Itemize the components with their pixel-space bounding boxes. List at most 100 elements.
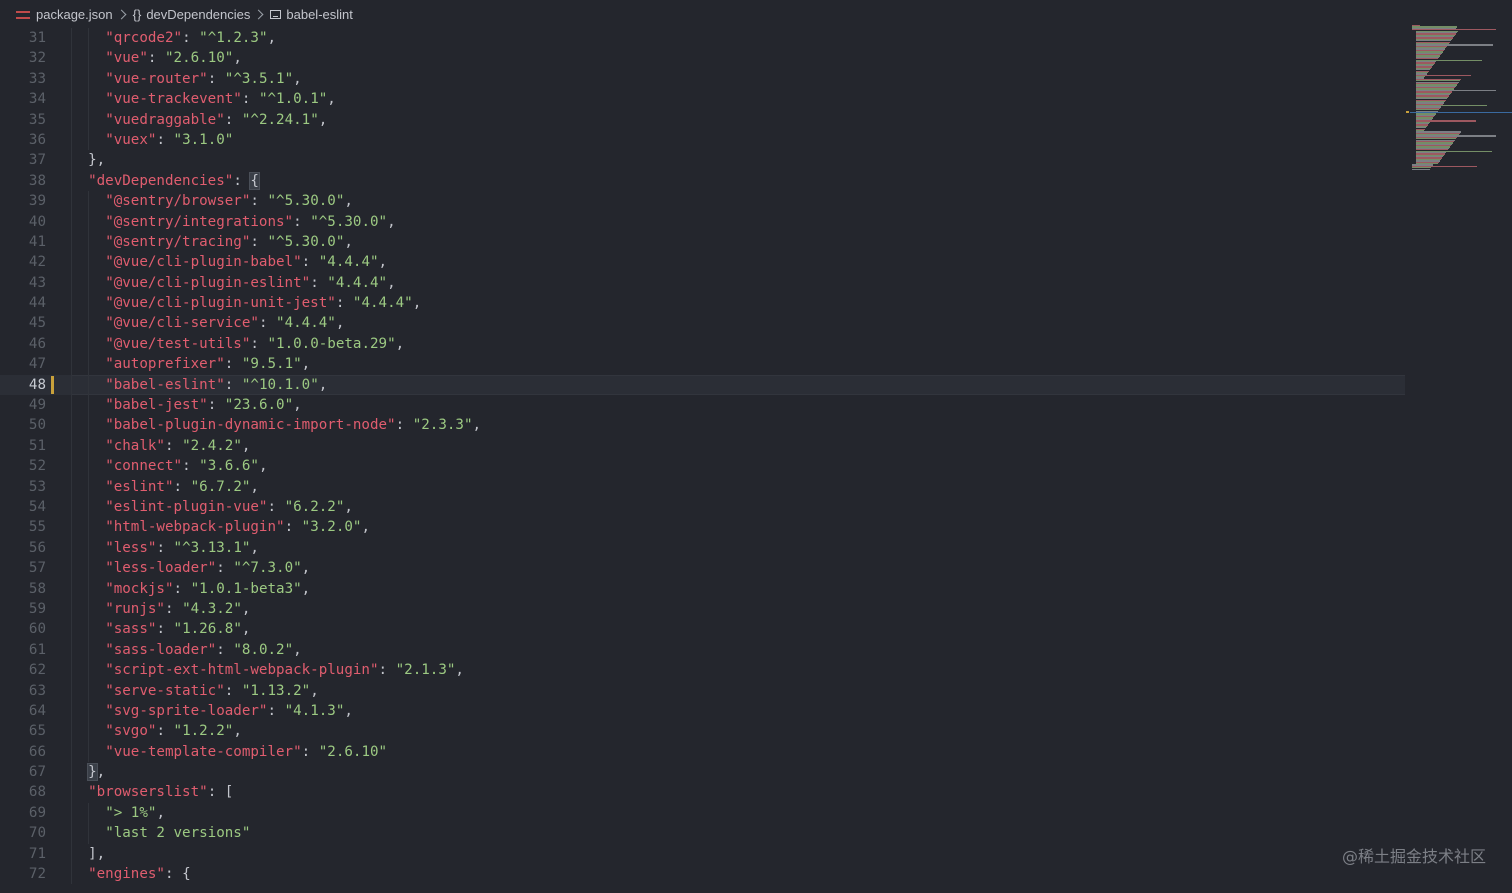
- punctuation: :: [156, 723, 174, 740]
- code-line[interactable]: 41 "@sentry/tracing": "^5.30.0",: [0, 231, 1405, 253]
- code-editor[interactable]: package.json {} devDependencies babel-es…: [0, 0, 1512, 893]
- indent-guide: [88, 395, 90, 416]
- code-line[interactable]: 47 "autoprefixer": "9.5.1",: [0, 354, 1405, 375]
- punctuation: :: [216, 560, 234, 577]
- indent-guide: [71, 843, 72, 865]
- punctuation: ,: [310, 682, 319, 699]
- code-line[interactable]: 65 "svgo": "1.2.2",: [0, 721, 1405, 742]
- code-text: ],: [88, 844, 105, 864]
- code-line[interactable]: 45 "@vue/cli-service": "4.4.4",: [0, 313, 1405, 334]
- code-line[interactable]: 55 "html-webpack-plugin": "3.2.0",: [0, 517, 1405, 538]
- punctuation: :: [182, 30, 200, 46]
- code-line[interactable]: 58 "mockjs": "1.0.1-beta3",: [0, 578, 1405, 599]
- indent-guide: [71, 231, 72, 253]
- breadcrumb-file[interactable]: package.json: [16, 7, 113, 22]
- code-line[interactable]: 62 "script-ext-html-webpack-plugin": "2.1…: [0, 660, 1405, 681]
- code-line[interactable]: 39 "@sentry/browser": "^5.30.0",: [0, 191, 1405, 212]
- code-line[interactable]: 49 "babel-jest": "23.6.0",: [0, 395, 1405, 416]
- code-line[interactable]: 68 "browserslist": [: [0, 782, 1405, 803]
- code-line[interactable]: 38 "devDependencies": {: [0, 170, 1405, 192]
- code-line[interactable]: 60 "sass": "1.26.8",: [0, 619, 1405, 640]
- code-line[interactable]: 53 "eslint": "6.7.2",: [0, 476, 1405, 497]
- code-line[interactable]: 69 "> 1%",: [0, 802, 1405, 824]
- json-key: "serve-static": [105, 682, 225, 699]
- minimap[interactable]: [1410, 25, 1502, 170]
- punctuation: :: [335, 295, 353, 312]
- code-line[interactable]: 66 "vue-template-compiler": "2.6.10": [0, 741, 1405, 763]
- line-number: 53: [28, 478, 46, 495]
- code-line[interactable]: 40 "@sentry/integrations": "^5.30.0",: [0, 211, 1405, 232]
- indent-guide: [71, 700, 72, 722]
- code-line[interactable]: 63 "serve-static": "1.13.2",: [0, 680, 1405, 701]
- json-string-value: "4.4.4": [276, 315, 336, 332]
- punctuation: :: [284, 519, 302, 536]
- code-text: "@vue/cli-service": "4.4.4",: [105, 313, 344, 333]
- punctuation: ,: [455, 662, 464, 679]
- code-line[interactable]: 71],: [0, 843, 1405, 865]
- json-string-value: "2.6.10": [165, 50, 234, 67]
- code-line[interactable]: 57 "less-loader": "^7.3.0",: [0, 558, 1405, 579]
- json-key: "eslint": [105, 478, 174, 495]
- line-number: 49: [28, 397, 46, 414]
- code-line[interactable]: 51 "chalk": "2.4.2",: [0, 435, 1405, 457]
- punctuation: ,: [318, 111, 328, 128]
- code-text: },: [87, 762, 105, 782]
- code-line[interactable]: 42 "@vue/cli-plugin-babel": "4.4.4",: [0, 252, 1405, 273]
- code-line[interactable]: 48 "babel-eslint": "^10.1.0",: [0, 374, 1405, 396]
- code-text: "sass": "1.26.8",: [105, 619, 250, 639]
- code-line[interactable]: 43 "@vue/cli-plugin-eslint": "4.4.4",: [0, 272, 1405, 294]
- indent-guide: [71, 374, 72, 396]
- code-line[interactable]: 67},: [0, 762, 1405, 783]
- code-line[interactable]: 34 "vue-trackevent": "^1.0.1",: [0, 89, 1405, 110]
- code-line[interactable]: 50 "babel-plugin-dynamic-import-node": "2…: [0, 415, 1405, 436]
- indent-guide: [88, 109, 90, 130]
- code-line[interactable]: 44 "@vue/cli-plugin-unit-jest": "4.4.4",: [0, 293, 1405, 314]
- indent-guide: [88, 496, 90, 518]
- code-text: "last 2 versions": [105, 823, 250, 843]
- code-line[interactable]: 56 "less": "^3.13.1",: [0, 537, 1405, 559]
- json-key: "engines": [88, 866, 165, 883]
- punctuation: :: [233, 172, 251, 189]
- json-string-value: "1.0.1-beta3": [190, 580, 302, 597]
- code-line[interactable]: 59 "runjs": "4.3.2",: [0, 598, 1405, 620]
- minimap-current-line: [1410, 112, 1512, 113]
- code-text: "script-ext-html-webpack-plugin": "2.1.3…: [105, 660, 464, 680]
- code-line[interactable]: 70 "last 2 versions": [0, 823, 1405, 844]
- code-line[interactable]: 37},: [0, 150, 1405, 171]
- code-line[interactable]: 64 "svg-sprite-loader": "4.1.3",: [0, 700, 1405, 722]
- code-line[interactable]: 46 "@vue/test-utils": "1.0.0-beta.29",: [0, 333, 1405, 355]
- code-line[interactable]: 35 "vuedraggable": "^2.24.1",: [0, 109, 1405, 130]
- code-line[interactable]: 31 "qrcode2": "^1.2.3",: [0, 28, 1405, 49]
- punctuation: ,: [395, 335, 405, 352]
- punctuation: ,: [233, 723, 242, 740]
- json-key: "@sentry/tracing": [105, 233, 251, 250]
- breadcrumb-item[interactable]: babel-eslint: [270, 7, 353, 22]
- line-number: 54: [28, 498, 46, 515]
- code-line[interactable]: 33 "vue-router": "^3.5.1",: [0, 68, 1405, 90]
- punctuation: :: [250, 193, 268, 210]
- code-line[interactable]: 52 "connect": "3.6.6",: [0, 456, 1405, 477]
- line-number: 72: [28, 866, 46, 883]
- indent-guide: [88, 129, 90, 151]
- punctuation: :: [250, 233, 268, 250]
- punctuation: ,: [293, 397, 302, 414]
- breadcrumb-section[interactable]: {} devDependencies: [133, 7, 251, 22]
- code-line[interactable]: 36 "vuex": "3.1.0": [0, 129, 1405, 151]
- code-line[interactable]: 32 "vue": "2.6.10",: [0, 48, 1405, 69]
- json-key: "runjs": [105, 600, 165, 617]
- punctuation: :: [258, 315, 277, 332]
- code-text: "svg-sprite-loader": "4.1.3",: [105, 701, 353, 721]
- json-key: "script-ext-html-webpack-plugin": [105, 662, 379, 679]
- indent-guide: [71, 150, 72, 171]
- punctuation: ,: [378, 254, 388, 271]
- json-string-value: "^3.5.1": [224, 70, 294, 87]
- punctuation: ,: [361, 519, 370, 536]
- code-area[interactable]: 31 "qrcode2": "^1.2.3", 32 "vue": "2.6.10",…: [0, 28, 1405, 893]
- line-number: 71: [28, 845, 46, 862]
- code-line[interactable]: 61 "sass-loader": "8.0.2",: [0, 639, 1405, 661]
- code-line[interactable]: 54 "eslint-plugin-vue": "6.2.2",: [0, 496, 1405, 518]
- json-string-value: "^1.0.1": [258, 91, 328, 108]
- indent-guide: [71, 252, 72, 273]
- code-line[interactable]: 72 "engines": {: [0, 864, 1405, 885]
- punctuation: ,: [258, 458, 268, 475]
